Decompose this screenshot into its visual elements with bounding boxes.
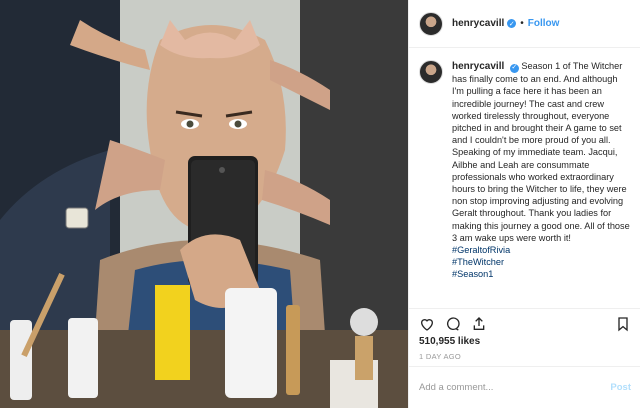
- heart-icon[interactable]: [419, 316, 435, 332]
- header-username[interactable]: henrycavill: [452, 18, 504, 29]
- instagram-post: henrycavill ✓ • Follow henrycavill ✓ Sea…: [0, 0, 640, 408]
- verified-badge-icon: ✓: [507, 19, 517, 28]
- avatar[interactable]: [419, 11, 443, 36]
- follow-button[interactable]: Follow: [528, 18, 560, 29]
- header-separator: •: [520, 18, 524, 29]
- post-side-panel: henrycavill ✓ • Follow henrycavill ✓ Sea…: [408, 0, 640, 408]
- caption-avatar[interactable]: [419, 60, 443, 84]
- comment-icon[interactable]: [445, 316, 461, 332]
- caption-body-1: Season 1 of The Witcher has finally come…: [452, 61, 623, 146]
- post-photo[interactable]: [0, 0, 408, 408]
- caption-body-2: Speaking of my immediate team. Jacqui, A…: [452, 147, 630, 243]
- comment-box: Add a comment... Post: [409, 366, 640, 408]
- caption-username[interactable]: henrycavill: [452, 61, 504, 72]
- hashtag-link[interactable]: #GeraltofRivia: [452, 244, 630, 256]
- action-bar: [409, 308, 640, 338]
- photo-illustration: [0, 0, 408, 408]
- hashtag-link[interactable]: #Season1: [452, 268, 630, 280]
- comment-input[interactable]: Add a comment...: [419, 382, 610, 393]
- caption: henrycavill ✓ Season 1 of The Witcher ha…: [409, 48, 640, 304]
- verified-badge-icon: ✓: [509, 63, 519, 73]
- bookmark-icon[interactable]: [615, 316, 631, 332]
- post-header: henrycavill ✓ • Follow: [409, 0, 640, 48]
- caption-text: henrycavill ✓ Season 1 of The Witcher ha…: [452, 60, 630, 304]
- post-date: 1 DAY AGO: [419, 352, 462, 361]
- post-comment-button[interactable]: Post: [610, 382, 631, 393]
- likes-count[interactable]: 510,955 likes: [419, 336, 480, 347]
- hashtag-link[interactable]: #TheWitcher: [452, 256, 630, 268]
- share-icon[interactable]: [471, 316, 487, 332]
